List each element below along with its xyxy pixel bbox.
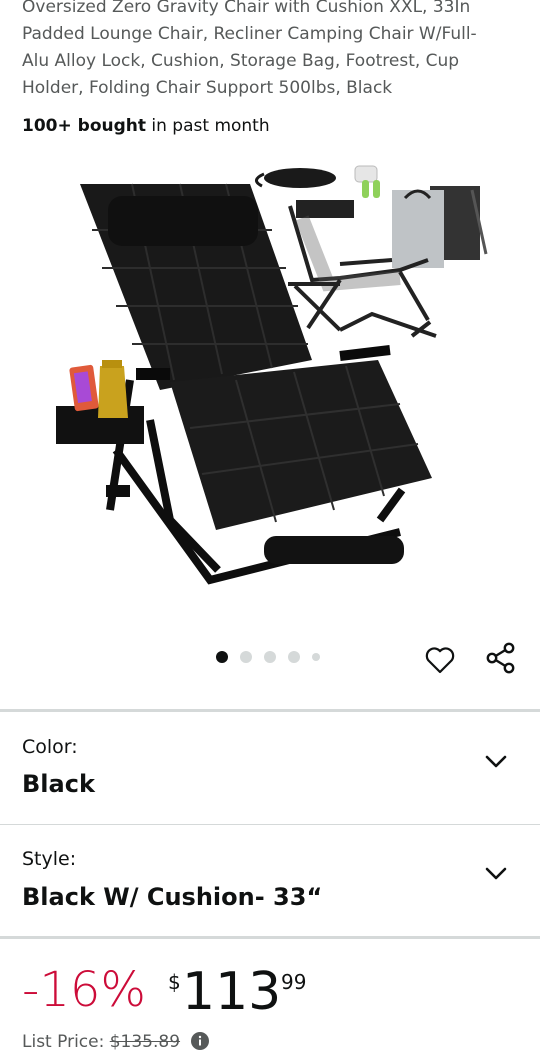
chevron-down-icon (485, 755, 507, 768)
section-divider (0, 936, 540, 939)
color-selector[interactable]: Color: Black (0, 712, 540, 824)
storage-bag-thumbnail (392, 186, 488, 268)
price-fraction: 99 (281, 970, 307, 994)
carousel-dot[interactable] (312, 653, 320, 661)
purchase-count-bold: 100+ bought (22, 116, 146, 136)
list-price: List Price: $135.89 (22, 1032, 210, 1052)
style-label: Style: (22, 848, 77, 870)
list-price-value: $135.89 (109, 1032, 181, 1052)
carousel-dot[interactable] (264, 651, 276, 663)
color-label: Color: (22, 736, 78, 758)
product-title: Oversized Zero Gravity Chair with Cushio… (22, 0, 522, 102)
color-value: Black (22, 770, 95, 798)
carousel-dot[interactable] (240, 651, 252, 663)
title-line: Oversized Zero Gravity Chair with Cushio… (22, 0, 471, 17)
purchase-count-rest: in past month (146, 116, 270, 136)
price-whole: 113 (182, 962, 282, 1022)
title-line: Alu Alloy Lock, Cushion, Storage Bag, Fo… (22, 51, 460, 71)
title-line: Holder, Folding Chair Support 500lbs, Bl… (22, 78, 393, 98)
style-selector[interactable]: Style: Black W/ Cushion- 33“ (0, 825, 540, 937)
purchase-count: 100+ bought in past month (22, 114, 270, 138)
zero-gravity-chair-main (56, 183, 432, 585)
style-value: Black W/ Cushion- 33“ (22, 883, 323, 911)
title-line: Padded Lounge Chair, Recliner Camping Ch… (22, 24, 477, 44)
product-image[interactable] (40, 160, 500, 590)
carousel-dot-active[interactable] (216, 651, 228, 663)
chevron-down-icon (485, 867, 507, 880)
discount-percent: -16% (22, 962, 147, 1018)
price-currency: $ (168, 970, 181, 994)
info-icon[interactable] (191, 1032, 210, 1050)
heart-icon[interactable] (424, 644, 456, 676)
list-price-label: List Price: (22, 1032, 110, 1052)
image-carousel-indicator (216, 651, 320, 663)
carousel-dot[interactable] (288, 651, 300, 663)
eye-mask-thumbnail (255, 168, 336, 188)
share-icon[interactable] (484, 641, 518, 675)
earplugs-thumbnail (354, 165, 380, 198)
